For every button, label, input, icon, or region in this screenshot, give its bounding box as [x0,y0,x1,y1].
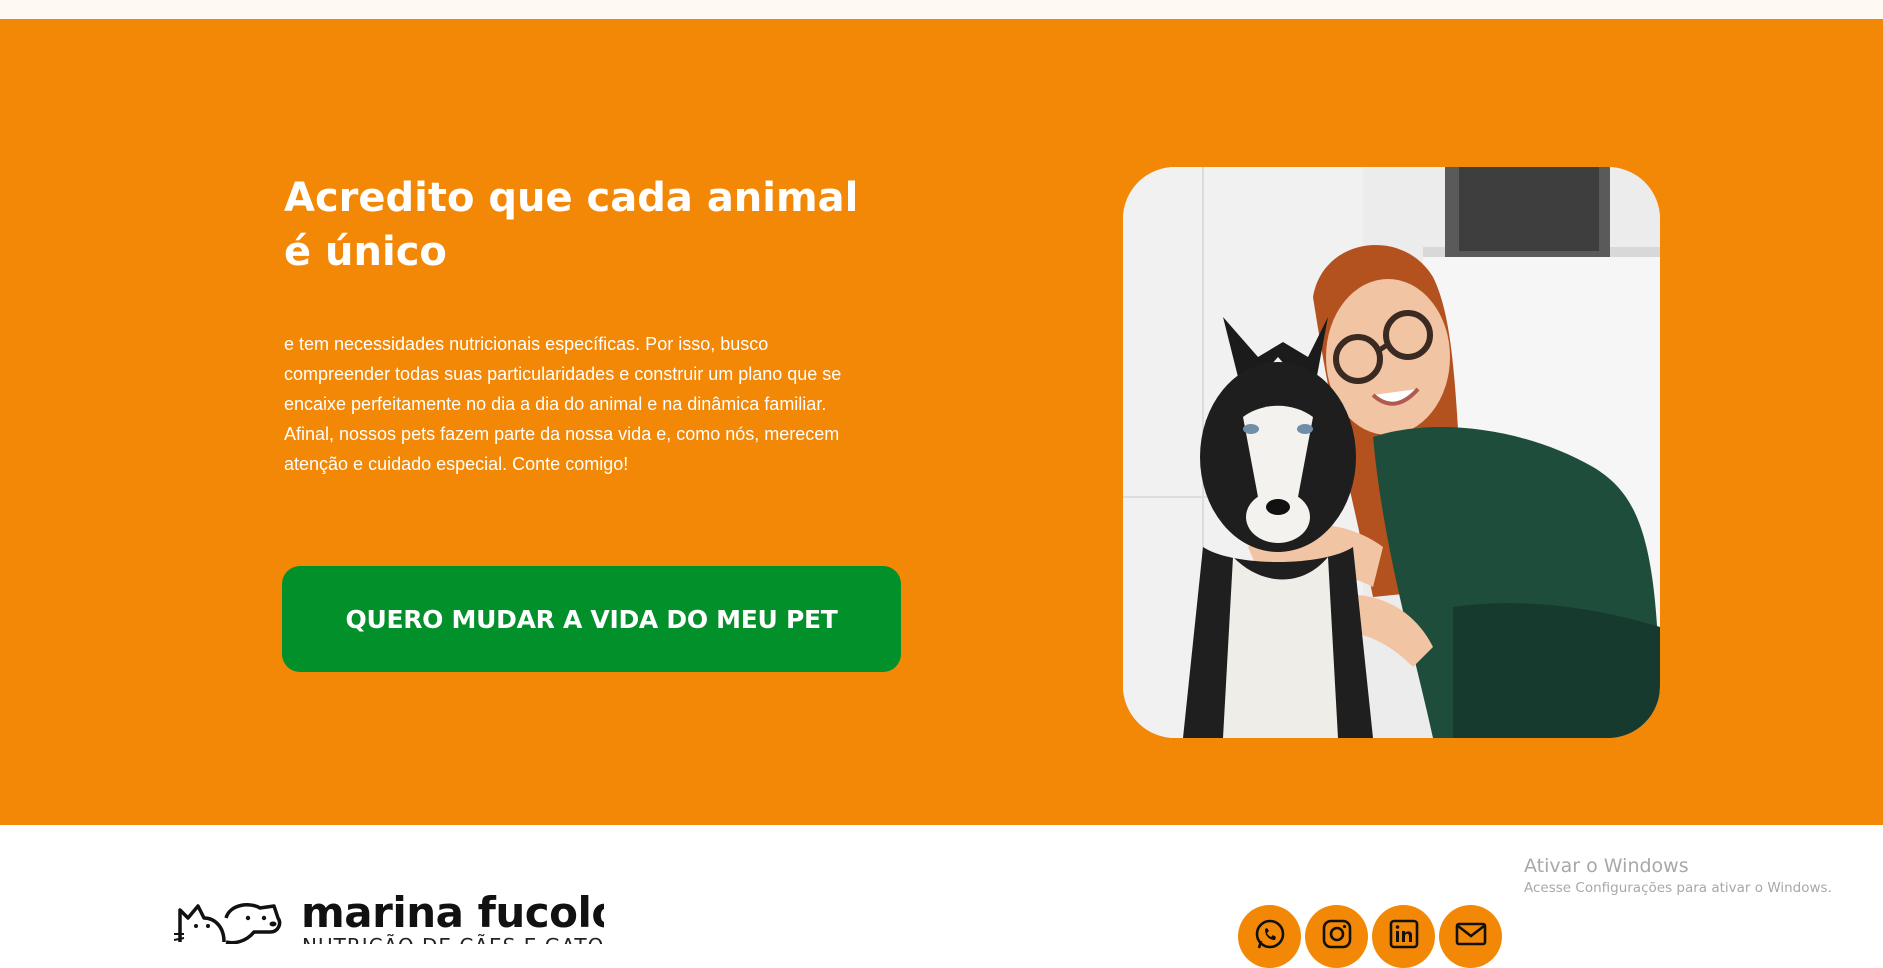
section-description: e tem necessidades nutricionais específi… [284,334,842,474]
watermark-title: Ativar o Windows [1524,855,1689,877]
social-links [1238,905,1502,968]
linkedin-icon [1389,919,1418,949]
brand-tagline: NUTRIÇÃO DE CÃES E GATOS [302,934,604,944]
photo-illustration [1123,167,1660,738]
cat-dog-logo-icon [174,903,282,944]
whatsapp-icon [1255,919,1284,949]
section-title-line-2: é único [284,229,447,275]
instagram-icon [1322,919,1351,949]
email-icon [1455,922,1486,946]
brand-logo[interactable]: marina fucolo NUTRIÇÃO DE CÃES E GATOS [174,890,604,944]
cta-button[interactable]: QUERO MUDAR A VIDA DO MEU PET [282,566,901,672]
section-title-line-1: Acredito que cada animal [284,175,859,221]
whatsapp-link[interactable] [1238,905,1301,968]
brand-name: marina fucolo [301,890,604,937]
instagram-link[interactable] [1305,905,1368,968]
section-title: Acredito que cada animal é único [284,171,884,279]
top-strip [0,0,1883,19]
watermark-subtitle: Acesse Configurações para ativar o Windo… [1524,880,1832,896]
email-link[interactable] [1439,905,1502,968]
profile-photo [1123,167,1660,738]
linkedin-link[interactable] [1372,905,1435,968]
windows-activation-watermark: Ativar o Windows Acesse Configurações pa… [1524,854,1832,898]
cta-button-label: QUERO MUDAR A VIDA DO MEU PET [345,604,838,634]
